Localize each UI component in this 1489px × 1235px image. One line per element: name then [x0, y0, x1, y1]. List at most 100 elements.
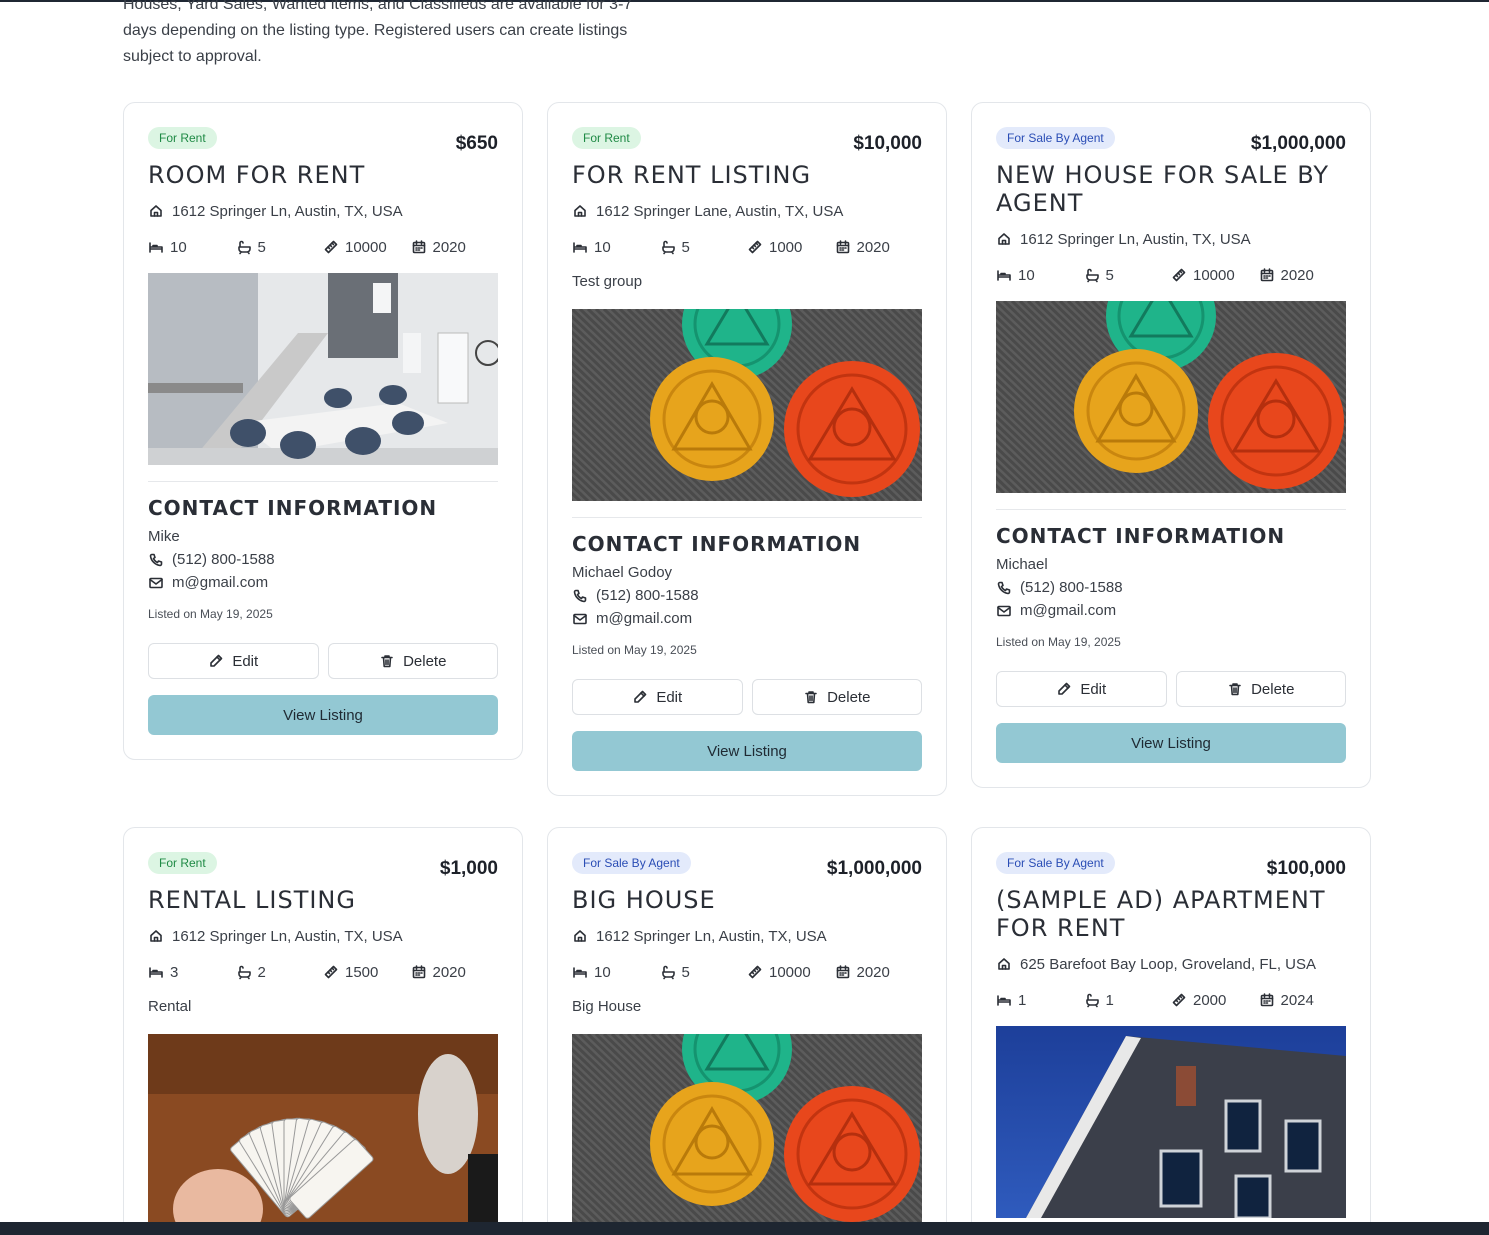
listing-card: For Sale By Agent $1,000,000 New house for… — [971, 102, 1371, 788]
contact-email[interactable]: m@gmail.com — [996, 602, 1346, 619]
trash-icon — [381, 655, 393, 668]
address-text: 1612 Springer Lane, Austin, TX, USA — [596, 202, 844, 220]
sqft-value: 10000 — [769, 963, 811, 981]
contact-name: Mike — [148, 528, 180, 545]
listing-photo[interactable] — [148, 273, 498, 465]
listing-title[interactable]: New house for sale by agent — [996, 161, 1346, 217]
action-row: Edit Delete — [572, 679, 922, 715]
baths-value: 5 — [681, 963, 690, 981]
listing-address: 625 Barefoot Bay Loop, Groveland, FL, US… — [996, 954, 1346, 974]
listing-photo[interactable] — [572, 309, 922, 501]
bath-icon — [1085, 268, 1099, 283]
baths-stat: 1 — [1084, 990, 1172, 1010]
year-value: 2024 — [1280, 991, 1314, 1009]
phone-text[interactable]: (512) 800-1588 — [596, 587, 699, 604]
listing-price: $10,000 — [853, 133, 922, 154]
listing-title[interactable]: For rent listing — [572, 161, 922, 189]
listing-photo[interactable] — [996, 301, 1346, 493]
view-listing-button[interactable]: View Listing — [996, 723, 1346, 763]
footer-bar — [0, 1222, 1489, 1235]
contact-phone[interactable]: (512) 800-1588 — [572, 587, 922, 604]
delete-button[interactable]: Delete — [1175, 671, 1346, 707]
listed-date: Listed on May 19, 2025 — [996, 635, 1121, 649]
edit-label: Edit — [1080, 680, 1107, 698]
sqft-stat: 1000 — [747, 237, 835, 257]
listing-card: For Sale By Agent $1,000,000 Big House 1612… — [547, 827, 947, 1235]
action-row: Edit Delete — [996, 671, 1346, 707]
contact-phone[interactable]: (512) 800-1588 — [148, 551, 498, 568]
listing-description: Rental — [148, 998, 192, 1015]
year-value: 2020 — [432, 963, 466, 981]
mail-icon — [149, 577, 163, 588]
year-stat: 2024 — [1259, 990, 1347, 1010]
listing-title[interactable]: (Sample Ad) Apartment for rent — [996, 886, 1346, 942]
beds-value: 10 — [594, 238, 611, 256]
listing-stats: 10 5 10000 2020 — [572, 962, 922, 982]
view-listing-button[interactable]: View Listing — [572, 731, 922, 771]
ruler-icon — [324, 240, 338, 254]
email-text[interactable]: m@gmail.com — [596, 610, 692, 627]
home-icon — [574, 930, 586, 942]
listing-stats: 3 2 1500 2020 — [148, 962, 498, 982]
delete-button[interactable]: Delete — [327, 643, 498, 679]
delete-button[interactable]: Delete — [751, 679, 922, 715]
listing-title[interactable]: Room for rent — [148, 161, 498, 189]
phone-text[interactable]: (512) 800-1588 — [1020, 579, 1123, 596]
listing-type-badge: For Rent — [148, 127, 217, 149]
sqft-stat: 10000 — [1171, 265, 1259, 285]
home-icon — [150, 930, 162, 942]
edit-button[interactable]: Edit — [148, 643, 319, 679]
contact-name: Michael Godoy — [572, 564, 673, 581]
listing-price: $650 — [455, 133, 498, 154]
action-row: Edit Delete — [148, 643, 498, 679]
beds-value: 10 — [594, 963, 611, 981]
beds-value: 3 — [170, 963, 179, 981]
edit-label: Edit — [656, 688, 683, 706]
listing-price: $100,000 — [1266, 858, 1346, 879]
phone-text[interactable]: (512) 800-1588 — [172, 551, 275, 568]
edit-button[interactable]: Edit — [572, 679, 743, 715]
listing-photo[interactable] — [572, 1034, 922, 1226]
delete-label: Delete — [403, 652, 447, 670]
sqft-stat: 10000 — [747, 962, 835, 982]
contact-title: Contact Information — [572, 532, 862, 556]
year-value: 2020 — [432, 238, 466, 256]
listing-title[interactable]: Big House — [572, 886, 922, 914]
view-listing-button[interactable]: View Listing — [148, 695, 498, 735]
mail-icon — [573, 613, 587, 624]
listing-card: For Rent $1,000 Rental listing 1612 Springe… — [123, 827, 523, 1235]
bed-icon — [573, 242, 587, 253]
email-text[interactable]: m@gmail.com — [172, 574, 268, 591]
pencil-icon — [634, 690, 647, 703]
pencil-icon — [210, 654, 223, 667]
delete-label: Delete — [1251, 680, 1295, 698]
address-text: 1612 Springer Ln, Austin, TX, USA — [172, 202, 403, 220]
listing-stats: 10 5 10000 2020 — [996, 265, 1346, 285]
baths-stat: 5 — [1084, 265, 1172, 285]
listing-card: For Sale By Agent $100,000 (Sample Ad) Apa… — [971, 827, 1371, 1235]
year-value: 2020 — [1280, 266, 1314, 284]
email-text[interactable]: m@gmail.com — [1020, 602, 1116, 619]
listing-photo[interactable] — [148, 1034, 498, 1226]
listing-type-badge: For Rent — [148, 852, 217, 874]
listing-description: Test group — [572, 273, 643, 290]
calendar-icon — [1260, 268, 1273, 282]
listing-price: $1,000 — [439, 858, 498, 879]
baths-stat: 5 — [660, 962, 748, 982]
listing-stats: 1 1 2000 2024 — [996, 990, 1346, 1010]
bath-icon — [237, 965, 251, 980]
listing-title[interactable]: Rental listing — [148, 886, 498, 914]
delete-label: Delete — [827, 688, 871, 706]
sqft-value: 1000 — [769, 238, 803, 256]
ruler-icon — [1172, 993, 1186, 1007]
listing-address: 1612 Springer Ln, Austin, TX, USA — [148, 926, 498, 946]
contact-phone[interactable]: (512) 800-1588 — [996, 579, 1346, 596]
address-text: 1612 Springer Ln, Austin, TX, USA — [1020, 230, 1251, 248]
calendar-icon — [412, 965, 425, 979]
contact-email[interactable]: m@gmail.com — [572, 610, 922, 627]
contact-email[interactable]: m@gmail.com — [148, 574, 498, 591]
edit-button[interactable]: Edit — [996, 671, 1167, 707]
baths-value: 5 — [681, 238, 690, 256]
listing-photo[interactable] — [996, 1026, 1346, 1218]
baths-value: 5 — [257, 238, 266, 256]
